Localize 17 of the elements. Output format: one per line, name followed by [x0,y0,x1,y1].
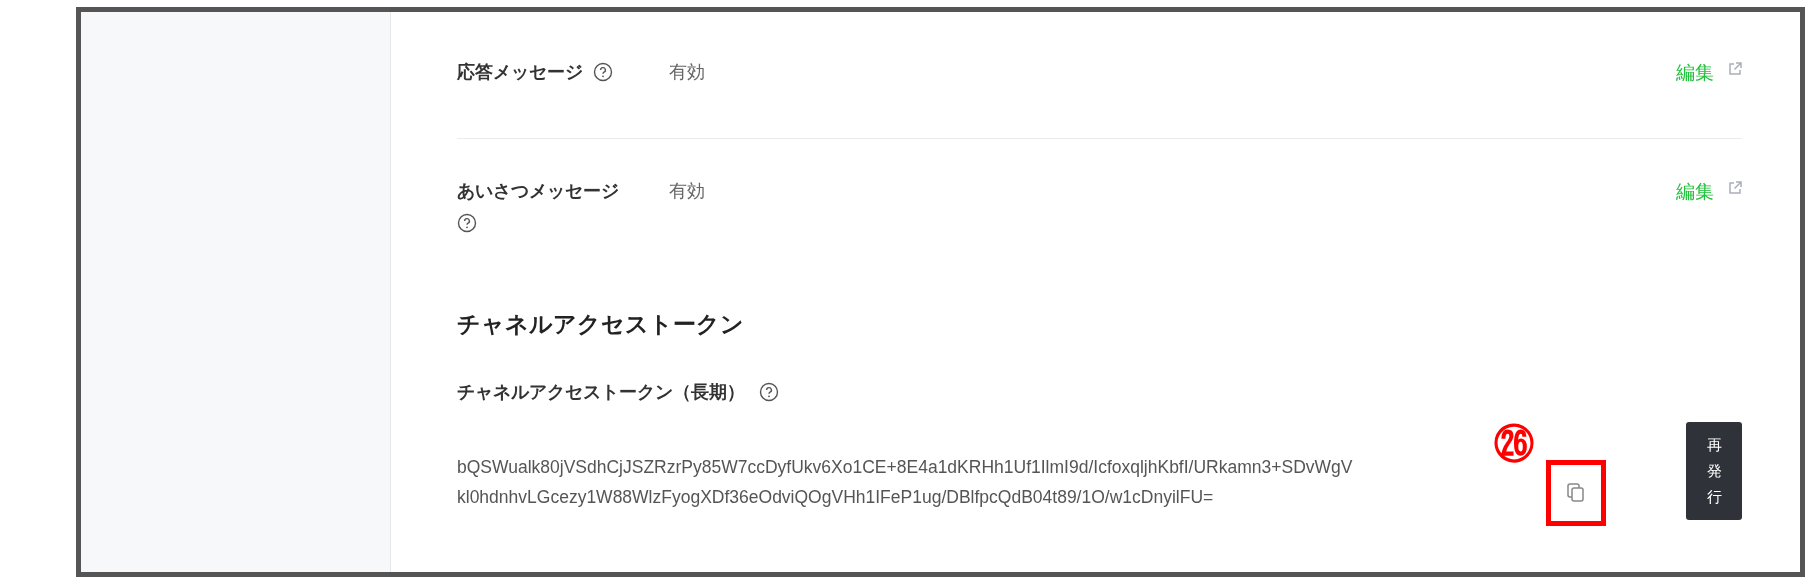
section-title: チャネルアクセストークン [457,310,745,339]
reissue-button[interactable]: 再発行 [1686,422,1742,520]
copy-icon[interactable] [1567,483,1585,503]
edit-link[interactable]: 編集 [1676,60,1714,86]
help-icon[interactable] [457,213,477,233]
help-icon[interactable] [759,382,779,402]
annotation-number: ㉖ [1494,424,1534,464]
field-label: チャネルアクセストークン（長期） [457,380,745,404]
external-link-icon [1728,181,1742,195]
setting-label: あいさつメッセージ [457,179,619,203]
edit-link[interactable]: 編集 [1676,179,1714,205]
setting-label: 応答メッセージ [457,60,583,84]
external-link-icon [1728,62,1742,76]
help-icon[interactable] [593,62,613,82]
setting-value: 有効 [669,60,705,84]
setting-value: 有効 [669,179,705,203]
token-text: bQSWualk80jVSdhCjJSZRzrPy85W7ccDyfUkv6Xo1CE+8E4a1dKRHh1Uf1IlmI9d/IcfoxqljhKbfI/URkamn3+SDvWgV kl0hdnhvLGcezy1W88WlzFyogXDf36eOdviQOgVHh1IFeP1ug/DBlfpcQdB04t89/1O/w1cDnyilFU= [457,456,1354,509]
